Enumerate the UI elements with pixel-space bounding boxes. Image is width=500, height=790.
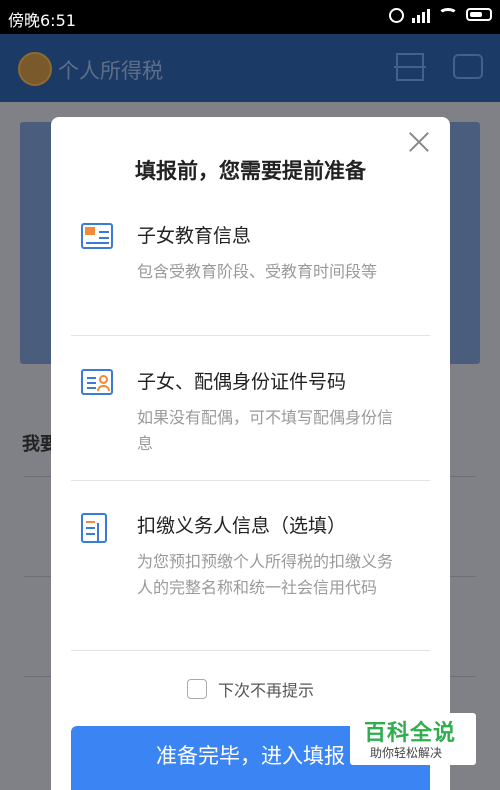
prep-item-label: 扣缴义务人信息（选填） xyxy=(137,515,347,537)
prep-item-label: 子女教育信息 xyxy=(137,225,252,247)
dont-show-again-checkbox[interactable] xyxy=(186,679,207,699)
status-icons xyxy=(389,6,492,23)
signal-icon xyxy=(412,7,430,23)
dialog-title: 填报前，您需要提前准备 xyxy=(135,159,366,183)
app-header: 个人所得税 xyxy=(0,34,500,102)
dont-show-again-row[interactable]: 下次不再提示 xyxy=(51,677,450,701)
emblem-icon xyxy=(18,52,52,86)
watermark-subtitle: 助你轻松解决 xyxy=(370,746,443,760)
divider xyxy=(71,480,430,481)
watermark-logo: 百科全说 助你轻松解决 xyxy=(350,713,476,765)
prep-item-description: 包含受教育阶段、受教育时间段等 xyxy=(137,262,378,281)
message-icon[interactable] xyxy=(453,54,483,79)
battery-icon xyxy=(466,8,492,21)
prep-item-description: 如果没有配偶，可不填写配偶身份信息 xyxy=(137,408,394,453)
app-title: 个人所得税 xyxy=(58,59,163,83)
dont-show-again-label[interactable]: 下次不再提示 xyxy=(218,681,314,700)
alarm-icon xyxy=(389,8,404,23)
divider xyxy=(71,335,430,336)
prep-item-description: 为您预扣预缴个人所得税的扣缴义务人的完整名称和统一社会信用代码 xyxy=(137,552,394,597)
building-document-icon xyxy=(81,513,107,543)
status-time: 傍晚6:51 xyxy=(8,11,76,30)
education-id-card-icon xyxy=(81,223,113,249)
close-icon[interactable] xyxy=(408,131,430,153)
prep-item-label: 子女、配偶身份证件号码 xyxy=(137,371,347,393)
watermark-title: 百科全说 xyxy=(364,721,457,746)
person-id-card-icon xyxy=(81,369,113,395)
wifi-icon xyxy=(438,7,458,22)
scan-icon[interactable] xyxy=(394,53,426,81)
divider xyxy=(71,650,430,651)
status-bar: 傍晚6:51 xyxy=(0,0,500,34)
preparation-dialog: 填报前，您需要提前准备 子女教育信息 包含受教育阶段、受教育时间段等 子女、配偶… xyxy=(51,117,450,790)
